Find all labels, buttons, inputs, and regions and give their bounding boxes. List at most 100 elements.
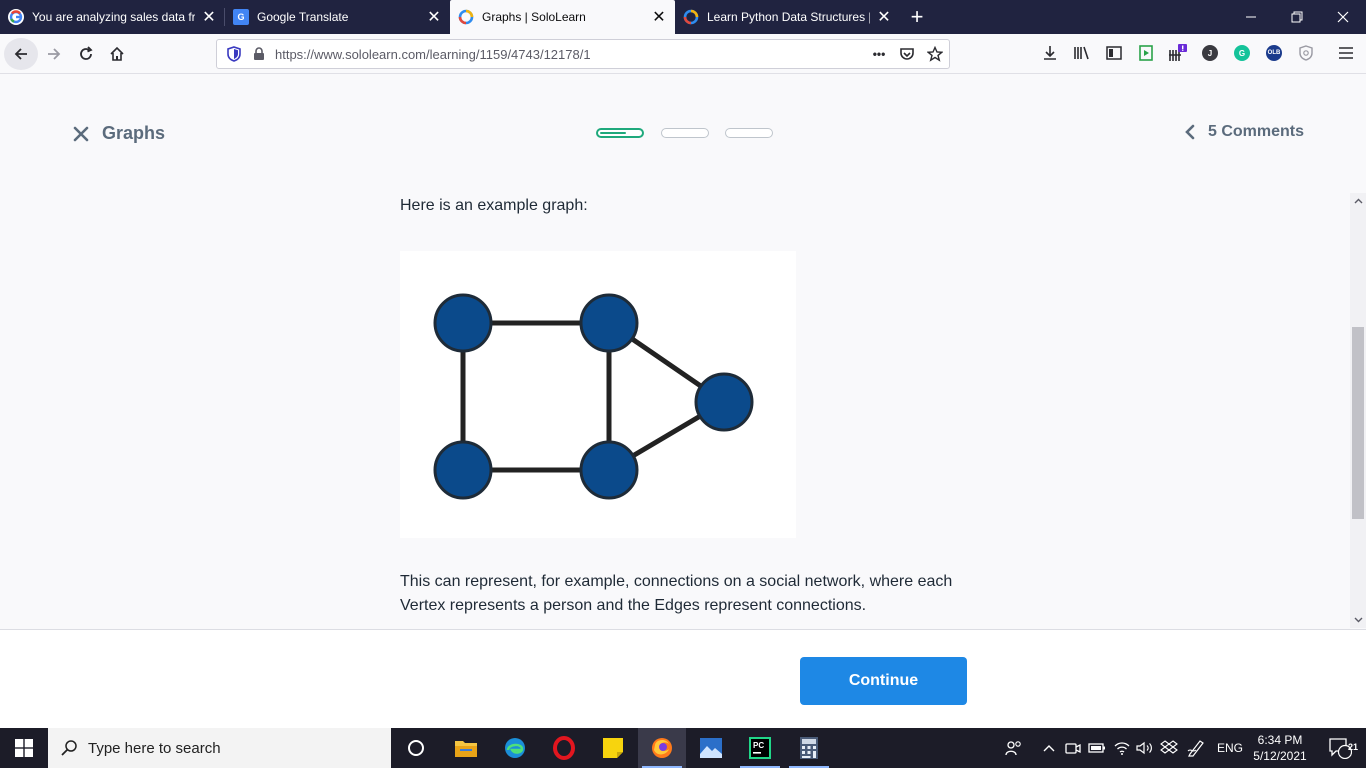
pycharm-icon[interactable]: PC (736, 728, 784, 768)
hamburger-menu-icon[interactable] (1335, 42, 1357, 64)
notification-count: 21 (1347, 742, 1358, 752)
tab-title: Graphs | SoloLearn (482, 10, 586, 24)
extension-alert-icon[interactable] (1167, 42, 1189, 64)
url-text[interactable]: https://www.sololearn.com/learning/1159/… (269, 47, 865, 62)
progress-step-1[interactable] (596, 128, 644, 138)
clock-time: 6:34 PM (1257, 733, 1303, 747)
lesson-title: Graphs (102, 123, 166, 143)
people-icon[interactable] (1000, 728, 1028, 768)
lesson-footer: Continue (0, 629, 1366, 728)
dropbox-icon[interactable] (1158, 728, 1180, 768)
close-icon (1337, 11, 1349, 23)
scrollbar-thumb[interactable] (1352, 327, 1364, 519)
wifi-icon[interactable] (1111, 728, 1133, 768)
file-explorer-icon[interactable] (442, 728, 490, 768)
calculator-icon[interactable] (785, 728, 833, 768)
tab-google-translate[interactable]: G Google Translate ✕ (225, 0, 450, 34)
graph-vertex (579, 293, 639, 353)
graph-vertex (433, 293, 493, 353)
close-window-button[interactable] (1320, 0, 1366, 34)
language-indicator[interactable]: ENG (1212, 728, 1248, 768)
close-icon[interactable]: ✕ (201, 9, 217, 26)
bookmark-star-icon[interactable] (921, 46, 949, 62)
lock-icon[interactable] (249, 47, 269, 61)
graph-vertex (579, 440, 639, 500)
privacy-badger-icon[interactable] (1295, 42, 1317, 64)
taskbar-clock[interactable]: 6:34 PM 5/12/2021 (1248, 732, 1312, 764)
tracking-shield-icon[interactable] (219, 46, 249, 62)
description-text: This can represent, for example, connect… (400, 573, 953, 614)
volume-icon[interactable] (1134, 728, 1156, 768)
clock-date: 5/12/2021 (1253, 749, 1307, 763)
windows-taskbar: Type here to search PC ENG 6:34 PM 5/12/… (0, 728, 1366, 768)
firefox-icon[interactable] (638, 728, 686, 768)
action-center-button[interactable]: 21 (1320, 728, 1360, 768)
search-placeholder: Type here to search (88, 739, 221, 757)
arrow-right-icon (48, 48, 61, 60)
page-actions-icon[interactable]: ••• (865, 47, 893, 61)
grammarly-icon[interactable]: G (1231, 42, 1253, 64)
restore-button[interactable] (1274, 0, 1320, 34)
downloads-icon[interactable] (1039, 42, 1061, 64)
opera-icon[interactable] (540, 728, 588, 768)
edge-icon[interactable] (491, 728, 539, 768)
close-icon[interactable]: ✕ (651, 9, 667, 26)
graph-vertex (433, 440, 493, 500)
tab-sales-data[interactable]: You are analyzing sales data fro ✕ (0, 0, 225, 34)
chevron-up-icon[interactable] (1040, 728, 1058, 768)
sticky-notes-icon[interactable] (589, 728, 637, 768)
olb-extension-icon[interactable]: OLB (1263, 42, 1285, 64)
profile-j-icon[interactable]: J (1199, 42, 1221, 64)
url-bar[interactable]: https://www.sololearn.com/learning/1159/… (216, 39, 950, 69)
browser-nav-bar: https://www.sololearn.com/learning/1159/… (0, 34, 1366, 74)
example-graph-image (400, 251, 796, 538)
scroll-down-icon[interactable] (1350, 612, 1366, 628)
close-icon (73, 126, 89, 142)
pen-workspace-icon[interactable] (1184, 728, 1208, 768)
pocket-icon[interactable] (893, 46, 921, 62)
tab-learn-python[interactable]: Learn Python Data Structures | ✕ (675, 0, 900, 34)
comments-button[interactable]: 5 Comments (1184, 123, 1304, 141)
page-scrollbar[interactable] (1350, 193, 1366, 628)
home-button[interactable] (101, 38, 133, 70)
reload-button[interactable] (70, 38, 102, 70)
library-icon[interactable] (1071, 42, 1093, 64)
lesson-page: Graphs 5 Comments Here is an example gra… (0, 75, 1366, 628)
google-translate-icon: G (233, 9, 249, 25)
arrow-left-icon (14, 48, 27, 60)
search-icon (61, 740, 77, 756)
svg-text:PC: PC (753, 741, 764, 750)
sololearn-icon (683, 9, 699, 25)
close-lesson-button[interactable] (72, 125, 90, 143)
progress-step-3[interactable] (725, 128, 773, 138)
intro-text: Here is an example graph: (400, 197, 588, 214)
scroll-up-icon[interactable] (1350, 193, 1366, 209)
battery-icon[interactable] (1086, 728, 1108, 768)
windows-logo-icon (15, 739, 33, 757)
reload-icon (80, 46, 93, 60)
forward-button[interactable] (38, 38, 70, 70)
new-tab-button[interactable]: + (900, 0, 934, 34)
continue-button[interactable]: Continue (800, 657, 967, 705)
tab-title: You are analyzing sales data fro (32, 10, 195, 24)
graph-vertex (694, 372, 754, 432)
progress-fill (600, 132, 627, 134)
sidebar-icon[interactable] (1103, 42, 1125, 64)
sololearn-icon (458, 9, 474, 25)
back-button[interactable] (4, 38, 38, 70)
tab-graphs-sololearn[interactable]: Graphs | SoloLearn ✕ (450, 0, 675, 34)
taskbar-search[interactable]: Type here to search (48, 728, 391, 768)
comments-label: 5 Comments (1208, 123, 1305, 140)
video-extension-icon[interactable] (1135, 42, 1157, 64)
chevron-left-icon (1185, 124, 1195, 140)
minimize-button[interactable] (1228, 0, 1274, 34)
close-icon[interactable]: ✕ (876, 9, 892, 26)
photos-icon[interactable] (687, 728, 735, 768)
restore-icon (1291, 11, 1303, 23)
progress-step-2[interactable] (661, 128, 709, 138)
cortana-icon[interactable] (392, 728, 440, 768)
meet-now-icon[interactable] (1062, 728, 1084, 768)
minimize-icon (1246, 16, 1256, 18)
start-button[interactable] (0, 728, 48, 768)
close-icon[interactable]: ✕ (426, 9, 442, 26)
